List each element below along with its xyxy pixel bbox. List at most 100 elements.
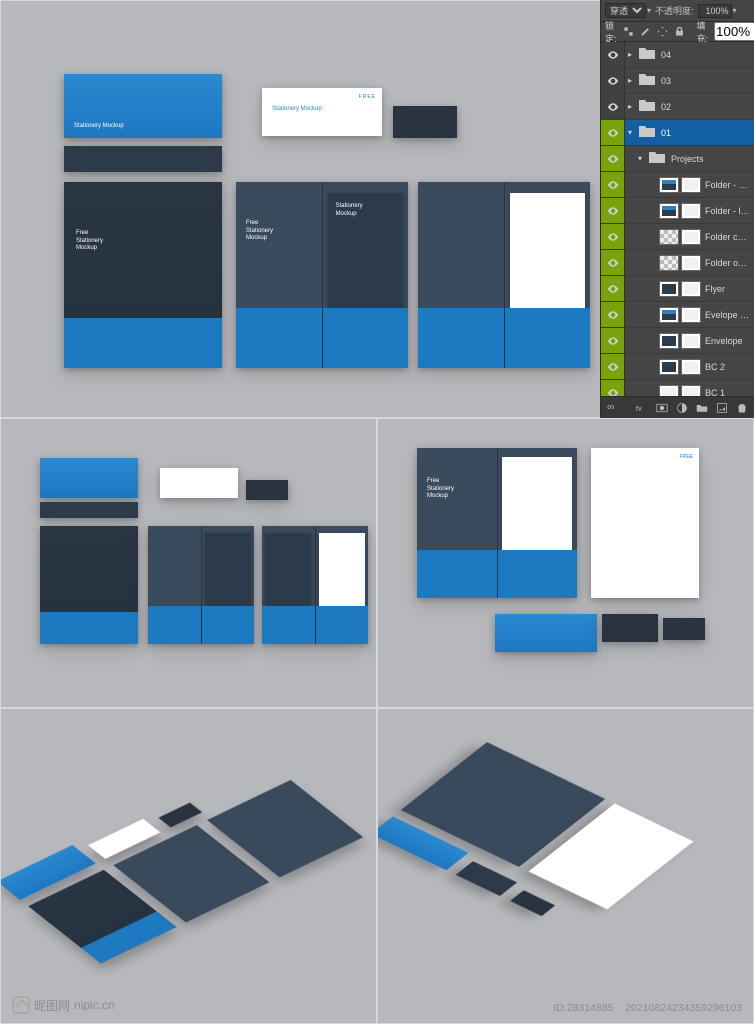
layer-mask-thumbnail[interactable] [681,203,701,219]
svg-text:fx: fx [636,404,642,413]
chevron-right-icon[interactable]: ▸ [625,102,635,111]
layer-mask-thumbnail[interactable] [681,281,701,297]
layer-name[interactable]: Flyer [705,284,754,294]
folder-icon [649,150,667,168]
chevron-right-icon[interactable]: ▸ [625,50,635,59]
visibility-toggle[interactable] [601,250,625,275]
layer-row[interactable]: Folder - right pocket [601,172,754,198]
visibility-toggle[interactable] [601,302,625,327]
lock-transparent-icon[interactable] [623,25,634,39]
layer-name[interactable]: Folder - left pocket [705,206,754,216]
blend-mode-select[interactable]: 穿透 [605,3,646,18]
folder-title: Free Stationery Mockup [76,230,103,253]
mockup-letterhead: FREE [591,448,699,598]
visibility-toggle[interactable] [601,276,625,301]
layer-name[interactable]: BC 1 [705,388,754,397]
layer-thumbnail[interactable] [659,177,679,193]
layer-thumbnail[interactable] [659,229,679,245]
layer-row[interactable]: Envelope [601,328,754,354]
adjustment-icon[interactable] [676,402,688,414]
layer-row[interactable]: ▸ 03 [601,68,754,94]
layer-thumbnail[interactable] [659,203,679,219]
lock-brush-icon[interactable] [640,25,651,39]
visibility-toggle[interactable] [601,328,625,353]
fill-label: 填充: [697,19,709,45]
layer-name[interactable]: Folder - right pocket [705,180,754,190]
opacity-input[interactable] [698,4,732,18]
layer-row[interactable]: Flyer [601,276,754,302]
lock-all-icon[interactable] [674,25,685,39]
mask-icon[interactable] [656,402,668,414]
photoshop-layers-panel: 穿透 ▾ 不透明度: ▾ 锁定: 填充: ▾ ▸04▸03▸02▾01▾Proj… [600,0,754,418]
layer-thumbnail[interactable] [659,281,679,297]
layer-row[interactable]: ▾ Projects [601,146,754,172]
new-layer-icon[interactable] [716,402,728,414]
visibility-toggle[interactable] [601,198,625,223]
visibility-toggle[interactable] [601,42,625,67]
visibility-toggle[interactable] [601,120,625,145]
layer-name[interactable]: Folder cover [705,232,754,242]
layer-mask-thumbnail[interactable] [681,177,701,193]
layer-list[interactable]: ▸ 04 ▸ 03 ▸ 02 ▾ 01 ▾ Projects Folder - right pock… [601,42,754,396]
layer-mask-thumbnail[interactable] [681,255,701,271]
layer-row[interactable]: BC 1 [601,380,754,396]
chevron-down-icon[interactable]: ▾ [635,154,645,163]
chevron-right-icon[interactable]: ▸ [625,76,635,85]
layer-mask-thumbnail[interactable] [681,229,701,245]
layer-row[interactable]: ▸ 04 [601,42,754,68]
lock-move-icon[interactable] [657,25,668,39]
layer-mask-thumbnail[interactable] [681,333,701,349]
footer-meta: ID:28314885 20210824234359296103 [553,1002,742,1014]
layer-row[interactable]: Evelope top [601,302,754,328]
layer-mask-thumbnail[interactable] [681,307,701,323]
layer-name[interactable]: 01 [661,128,754,138]
layer-row[interactable]: ▸ 02 [601,94,754,120]
group-icon[interactable] [696,402,708,414]
visibility-toggle[interactable] [601,94,625,119]
visibility-toggle[interactable] [601,224,625,249]
layer-name[interactable]: Folder opened [705,258,754,268]
layer-name[interactable]: Envelope [705,336,754,346]
layer-thumbnail[interactable] [659,255,679,271]
layer-thumbnail[interactable] [659,307,679,323]
trash-icon[interactable] [736,402,748,414]
layer-thumbnail[interactable] [659,333,679,349]
visibility-toggle[interactable] [601,172,625,197]
visibility-toggle[interactable] [601,68,625,93]
layer-thumbnail[interactable] [659,385,679,397]
layer-mask-thumbnail[interactable] [681,359,701,375]
layer-row[interactable]: BC 2 [601,354,754,380]
layer-name[interactable]: Projects [671,154,754,164]
layer-row[interactable]: ▾ 01 [601,120,754,146]
layer-thumbnail[interactable] [659,359,679,375]
layer-name[interactable]: 04 [661,50,754,60]
layer-row[interactable]: Folder opened [601,250,754,276]
folder-icon [639,124,657,142]
opacity-label: 不透明度: [655,4,694,17]
layer-row[interactable]: Folder cover [601,224,754,250]
link-layers-icon[interactable]: ∞ [607,402,614,413]
visibility-toggle[interactable] [601,146,625,171]
insert-title: Stationery Mockup [336,203,363,218]
layer-row[interactable]: Folder - left pocket [601,198,754,224]
mockup-envelope [64,146,222,172]
mockup-envelope-top: Stationery Mockup [64,74,222,138]
footer-time-value: 20210824234359296103 [625,1002,742,1014]
layer-name[interactable]: Evelope top [705,310,754,320]
chevron-down-icon[interactable]: ▾ [625,128,635,137]
layer-name[interactable]: 03 [661,76,754,86]
preview-cell-2 [0,418,377,708]
fx-icon[interactable]: fx [636,402,648,414]
panel-blend-row: 穿透 ▾ 不透明度: ▾ [601,0,754,22]
envelope-top-label: Stationery Mockup [74,123,124,131]
visibility-toggle[interactable] [601,354,625,379]
layer-name[interactable]: BC 2 [705,362,754,372]
chevron-down-icon: ▾ [647,6,651,15]
visibility-toggle[interactable] [601,380,625,396]
watermark-site: 昵图网 [34,997,70,1014]
fill-input[interactable] [714,22,754,41]
folder-icon [639,98,657,116]
layer-mask-thumbnail[interactable] [681,385,701,397]
layer-name[interactable]: 02 [661,102,754,112]
mockup-bc1: Stationery Mockup FREE [262,88,382,136]
